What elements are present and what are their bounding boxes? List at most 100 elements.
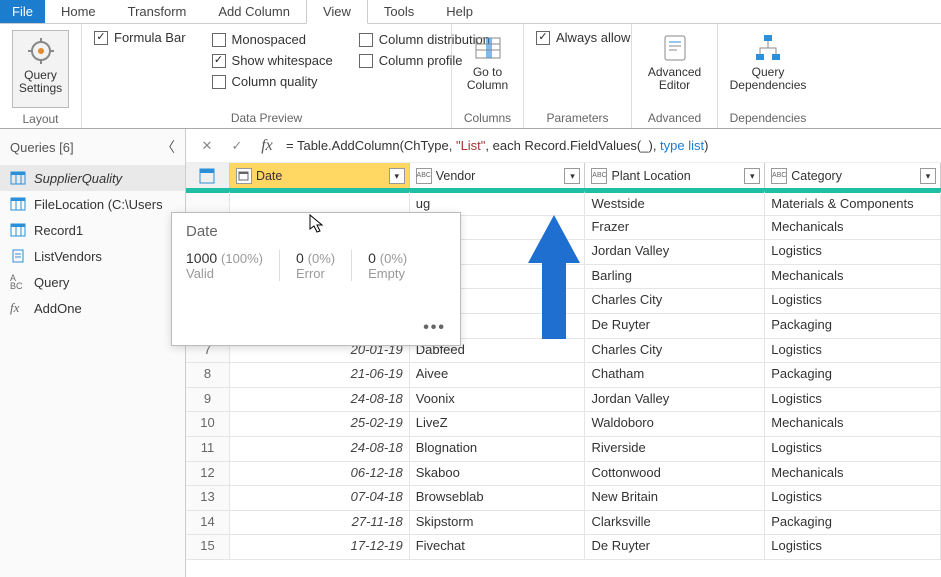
table-row[interactable]: 1025-02-19LiveZWaldoboroMechanicals xyxy=(186,412,941,437)
cell[interactable]: Charles City xyxy=(585,339,765,364)
cell[interactable]: Waldoboro xyxy=(585,412,765,437)
cell[interactable]: Mechanicals xyxy=(765,412,941,437)
cell[interactable]: 8 xyxy=(186,363,230,388)
cell[interactable]: 11 xyxy=(186,437,230,462)
collapse-sidebar-icon[interactable]: 〈 xyxy=(161,137,175,157)
query-item-addone[interactable]: fxAddOne xyxy=(0,295,185,321)
cell[interactable]: Logistics xyxy=(765,388,941,413)
cell[interactable]: 07-04-18 xyxy=(230,486,410,511)
tooltip-more-icon[interactable]: ••• xyxy=(423,319,446,337)
cell[interactable]: 27-11-18 xyxy=(230,511,410,536)
menu-transform[interactable]: Transform xyxy=(112,0,203,23)
column-header-vendor[interactable]: ABCVendor▾ xyxy=(410,163,586,188)
cell[interactable]: Mechanicals xyxy=(765,216,941,241)
query-item-supplierquality[interactable]: SupplierQuality xyxy=(0,165,185,191)
cell[interactable]: 12 xyxy=(186,462,230,487)
cell[interactable]: De Ruyter xyxy=(585,314,765,339)
cell[interactable]: Jordan Valley xyxy=(585,388,765,413)
cell[interactable]: Chatham xyxy=(585,363,765,388)
query-settings-button[interactable]: Query Settings xyxy=(12,30,69,108)
table-row[interactable]: 821-06-19AiveeChathamPackaging xyxy=(186,363,941,388)
menu-file[interactable]: File xyxy=(0,0,45,23)
cell[interactable]: Blognation xyxy=(410,437,586,462)
query-item-listvendors[interactable]: ListVendors xyxy=(0,243,185,269)
cell[interactable]: 06-12-18 xyxy=(230,462,410,487)
cell[interactable]: Cottonwood xyxy=(585,462,765,487)
cell[interactable]: New Britain xyxy=(585,486,765,511)
cancel-formula-button[interactable]: ✕ xyxy=(196,138,218,154)
cell[interactable]: Logistics xyxy=(765,535,941,560)
cell[interactable]: Voonix xyxy=(410,388,586,413)
fx-icon[interactable]: fx xyxy=(256,137,278,155)
cell[interactable]: Charles City xyxy=(585,289,765,314)
cell[interactable]: Logistics xyxy=(765,437,941,462)
cell[interactable]: 25-02-19 xyxy=(230,412,410,437)
query-item-record1[interactable]: Record1 xyxy=(0,217,185,243)
query-item-filelocation-c-users[interactable]: FileLocation (C:\Users xyxy=(0,191,185,217)
checkbox-icon xyxy=(212,33,226,47)
menu-addcolumn[interactable]: Add Column xyxy=(202,0,306,23)
cell[interactable]: Skipstorm xyxy=(410,511,586,536)
cell[interactable]: 24-08-18 xyxy=(230,437,410,462)
formula-bar-check[interactable]: Formula Bar xyxy=(94,30,186,45)
cell[interactable]: Frazer xyxy=(585,216,765,241)
cell[interactable]: Aivee xyxy=(410,363,586,388)
cell[interactable]: De Ruyter xyxy=(585,535,765,560)
cell[interactable]: Packaging xyxy=(765,314,941,339)
cell[interactable]: 13 xyxy=(186,486,230,511)
table-row[interactable]: 1124-08-18BlognationRiversideLogistics xyxy=(186,437,941,462)
column-header-date[interactable]: Date▾ xyxy=(230,163,410,188)
cell[interactable]: Barling xyxy=(585,265,765,290)
cell[interactable]: 10 xyxy=(186,412,230,437)
cell[interactable]: Logistics xyxy=(765,289,941,314)
cell[interactable]: 17-12-19 xyxy=(230,535,410,560)
cell[interactable]: Packaging xyxy=(765,363,941,388)
cell[interactable]: Mechanicals xyxy=(765,265,941,290)
cell[interactable]: LiveZ xyxy=(410,412,586,437)
cell[interactable]: Logistics xyxy=(765,486,941,511)
advanced-editor-button[interactable]: Advanced Editor xyxy=(644,30,705,92)
column-dropdown-icon[interactable]: ▾ xyxy=(389,168,405,184)
table-row[interactable]: 1517-12-19FivechatDe RuyterLogistics xyxy=(186,535,941,560)
cell[interactable]: 21-06-19 xyxy=(230,363,410,388)
table-row[interactable]: 1206-12-18SkabooCottonwoodMechanicals xyxy=(186,462,941,487)
cell[interactable]: Skaboo xyxy=(410,462,586,487)
cell[interactable]: Riverside xyxy=(585,437,765,462)
cell[interactable]: Westside xyxy=(585,191,765,216)
column-header-category[interactable]: ABCCategory▾ xyxy=(765,163,941,188)
rownum-header[interactable] xyxy=(186,163,230,188)
menu-tools[interactable]: Tools xyxy=(368,0,430,23)
table-row[interactable]: 924-08-18VoonixJordan ValleyLogistics xyxy=(186,388,941,413)
column-quality-check[interactable]: Column quality xyxy=(212,74,333,89)
cell[interactable]: 24-08-18 xyxy=(230,388,410,413)
cell[interactable]: Jordan Valley xyxy=(585,240,765,265)
show-whitespace-check[interactable]: Show whitespace xyxy=(212,53,333,68)
menu-view[interactable]: View xyxy=(306,0,368,24)
cell[interactable]: Logistics xyxy=(765,240,941,265)
column-dropdown-icon[interactable]: ▾ xyxy=(744,168,760,184)
cell[interactable]: 9 xyxy=(186,388,230,413)
confirm-formula-button[interactable]: ✓ xyxy=(226,138,248,154)
column-dropdown-icon[interactable]: ▾ xyxy=(564,168,580,184)
table-row[interactable]: 1427-11-18SkipstormClarksvillePackaging xyxy=(186,511,941,536)
cell[interactable]: Materials & Components xyxy=(765,191,941,216)
column-dropdown-icon[interactable]: ▾ xyxy=(920,168,936,184)
cell[interactable]: Logistics xyxy=(765,339,941,364)
table-row[interactable]: 1307-04-18BrowseblabNew BritainLogistics xyxy=(186,486,941,511)
query-item-query[interactable]: ABCQuery xyxy=(0,269,185,295)
cell[interactable]: Browseblab xyxy=(410,486,586,511)
cell[interactable]: Fivechat xyxy=(410,535,586,560)
formula-input[interactable]: = Table.AddColumn(ChType, "List", each R… xyxy=(286,138,708,154)
query-dependencies-button[interactable]: Query Dependencies xyxy=(737,30,799,92)
always-allow-check[interactable]: Always allow xyxy=(536,30,630,45)
monospaced-check[interactable]: Monospaced xyxy=(212,32,333,47)
menu-help[interactable]: Help xyxy=(430,0,489,23)
cell[interactable]: Clarksville xyxy=(585,511,765,536)
cell[interactable]: 14 xyxy=(186,511,230,536)
cell[interactable]: Mechanicals xyxy=(765,462,941,487)
goto-column-button[interactable]: Go to Column xyxy=(464,30,511,92)
cell[interactable]: 15 xyxy=(186,535,230,560)
column-header-plant[interactable]: ABCPlant Location▾ xyxy=(585,163,765,188)
cell[interactable]: Packaging xyxy=(765,511,941,536)
menu-home[interactable]: Home xyxy=(45,0,112,23)
